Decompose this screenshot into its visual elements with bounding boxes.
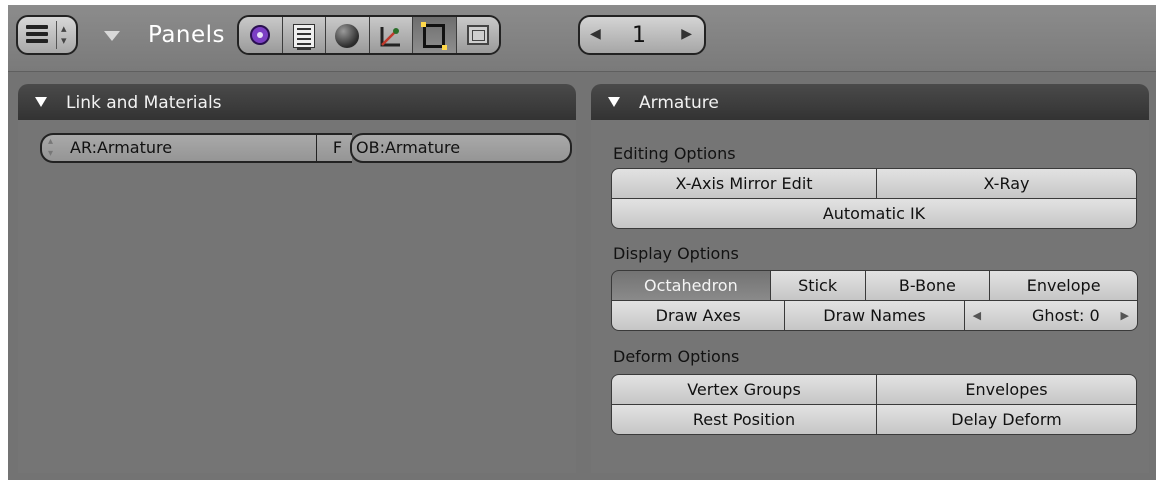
vertex-groups-button[interactable]: Vertex Groups xyxy=(611,374,877,405)
increment-arrow-icon[interactable]: ▶ xyxy=(681,26,692,42)
envelopes-button[interactable]: Envelopes xyxy=(876,374,1137,405)
panel-title: Armature xyxy=(639,93,719,113)
object-icon xyxy=(380,27,400,47)
logic-context-button[interactable] xyxy=(239,17,283,53)
panel-title: Link and Materials xyxy=(66,93,222,113)
link-and-materials-panel: Link and Materials ▴ ▾ AR:Armature F OB:A… xyxy=(18,84,576,473)
script-context-button[interactable] xyxy=(282,17,326,53)
panel-collapse-icon[interactable] xyxy=(35,97,47,107)
window-type-icon xyxy=(26,25,48,45)
delay-deform-button[interactable]: Delay Deform xyxy=(876,404,1137,435)
editing-options-label: Editing Options xyxy=(613,144,736,163)
object-name: OB:Armature xyxy=(356,138,461,157)
x-ray-button[interactable]: X-Ray xyxy=(876,168,1137,199)
shading-icon xyxy=(335,24,359,48)
rest-position-button[interactable]: Rest Position xyxy=(611,404,877,435)
armature-datablock-name: AR:Armature xyxy=(70,138,173,157)
envelope-button[interactable]: Envelope xyxy=(989,270,1138,301)
ghost-value: Ghost: 0 xyxy=(1032,306,1100,325)
deform-options-label: Deform Options xyxy=(613,347,740,366)
context-buttons xyxy=(237,15,501,55)
decrement-arrow-icon[interactable]: ◀ xyxy=(973,301,981,330)
panels-menu-label[interactable]: Panels xyxy=(148,22,225,48)
editing-row-1: X-Axis Mirror Edit X-Ray xyxy=(611,168,1137,199)
stick-button[interactable]: Stick xyxy=(769,270,866,301)
fake-user-button[interactable]: F xyxy=(316,133,352,163)
object-context-button[interactable] xyxy=(369,17,413,53)
object-name-field[interactable]: OB:Armature xyxy=(350,133,572,163)
editing-row-2: Automatic IK xyxy=(611,198,1137,229)
b-bone-button[interactable]: B-Bone xyxy=(864,270,991,301)
collapse-header-triangle-icon[interactable] xyxy=(104,31,120,41)
draw-names-button[interactable]: Draw Names xyxy=(784,300,965,331)
x-axis-mirror-edit-button[interactable]: X-Axis Mirror Edit xyxy=(611,168,877,199)
panel-tab-number-field[interactable]: ◀ 1 ▶ xyxy=(578,15,706,55)
browse-arrows-icon[interactable]: ▴ ▾ xyxy=(48,136,53,160)
deform-row-2: Rest Position Delay Deform xyxy=(611,404,1137,435)
display-row-1: Octahedron Stick B-Bone Envelope xyxy=(611,270,1138,301)
deform-row-1: Vertex Groups Envelopes xyxy=(611,374,1137,405)
buttons-header: ▴ ▾ Panels ◀ 1 ▶ xyxy=(8,5,1156,72)
logic-icon xyxy=(250,25,270,45)
scene-context-button[interactable] xyxy=(456,17,499,53)
editing-context-button[interactable] xyxy=(413,17,457,53)
panel-collapse-icon[interactable] xyxy=(608,97,620,107)
panel-header[interactable]: Armature xyxy=(591,84,1149,120)
draw-axes-button[interactable]: Draw Axes xyxy=(611,300,786,331)
display-options-label: Display Options xyxy=(613,244,739,263)
display-row-2: Draw Axes Draw Names ◀ Ghost: 0 ▶ xyxy=(611,300,1138,331)
octahedron-button[interactable]: Octahedron xyxy=(611,270,771,301)
updown-arrows-icon: ▴ ▾ xyxy=(61,22,67,47)
script-icon xyxy=(292,24,315,50)
automatic-ik-button[interactable]: Automatic IK xyxy=(611,198,1137,229)
window-type-menu[interactable]: ▴ ▾ xyxy=(16,15,78,55)
buttons-window: ▴ ▾ Panels ◀ 1 ▶ Link and Materials ▴ ▾ … xyxy=(8,5,1156,480)
panel-header[interactable]: Link and Materials xyxy=(18,84,576,120)
decrement-arrow-icon[interactable]: ◀ xyxy=(590,26,601,42)
armature-panel: Armature Editing Options X-Axis Mirror E… xyxy=(591,84,1149,473)
editing-icon xyxy=(421,22,447,50)
scene-icon xyxy=(466,25,489,45)
panel-tab-number: 1 xyxy=(632,23,646,48)
ghost-number-field[interactable]: ◀ Ghost: 0 ▶ xyxy=(963,300,1138,331)
increment-arrow-icon[interactable]: ▶ xyxy=(1121,301,1129,330)
armature-datablock-field[interactable]: ▴ ▾ AR:Armature xyxy=(40,133,317,163)
shading-context-button[interactable] xyxy=(326,17,370,53)
